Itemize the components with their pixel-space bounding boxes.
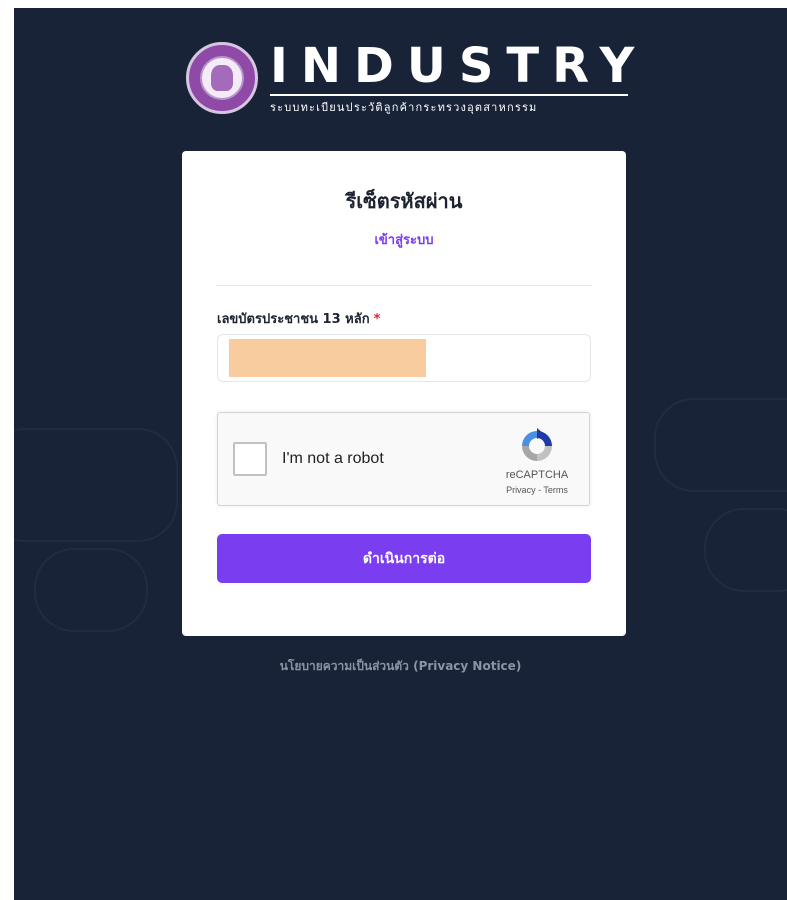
redacted-value xyxy=(229,339,426,377)
recaptcha-privacy-link[interactable]: Privacy xyxy=(506,485,536,495)
recaptcha-links: Privacy - Terms xyxy=(489,485,585,495)
continue-button[interactable]: ดำเนินการต่อ xyxy=(217,534,591,583)
id-card-label: เลขบัตรประชาชน 13 หลัก * xyxy=(217,308,380,329)
brand-underline xyxy=(270,94,628,96)
recaptcha-label: I'm not a robot xyxy=(282,450,384,467)
background-decoration xyxy=(34,548,148,632)
brand-title: INDUSTRY xyxy=(270,38,648,94)
reset-password-card: รีเซ็ตรหัสผ่าน เข้าสู่ระบบ เลขบัตรประชาช… xyxy=(182,151,626,636)
ministry-seal-icon xyxy=(186,42,258,114)
recaptcha-widget: I'm not a robot reCAPTCHA Privacy - Term… xyxy=(217,412,590,506)
background-decoration xyxy=(704,508,787,592)
page-title: รีเซ็ตรหัสผ่าน xyxy=(345,189,463,213)
divider xyxy=(216,285,592,286)
recaptcha-brand: reCAPTCHA xyxy=(505,469,569,481)
brand-logo: INDUSTRY ระบบทะเบียนประวัติลูกค้ากระทรวง… xyxy=(186,40,636,122)
privacy-notice-link[interactable]: นโยบายความเป็นส่วนตัว (Privacy Notice) xyxy=(14,657,787,676)
id-card-label-text: เลขบัตรประชาชน 13 หลัก xyxy=(217,312,370,327)
login-link[interactable]: เข้าสู่ระบบ xyxy=(182,229,626,250)
recaptcha-checkbox[interactable] xyxy=(233,442,267,476)
background-decoration xyxy=(654,398,787,492)
required-mark: * xyxy=(373,312,381,327)
recaptcha-terms-link[interactable]: Terms xyxy=(543,485,568,495)
background-decoration xyxy=(14,428,178,542)
recaptcha-logo-icon xyxy=(522,428,552,461)
page-background: INDUSTRY ระบบทะเบียนประวัติลูกค้ากระทรวง… xyxy=(14,8,787,900)
brand-subtitle: ระบบทะเบียนประวัติลูกค้ากระทรวงอุตสาหกรร… xyxy=(270,101,538,114)
